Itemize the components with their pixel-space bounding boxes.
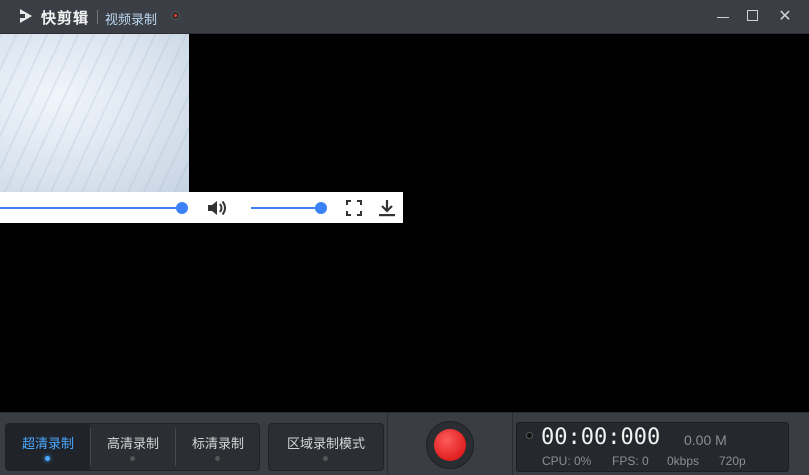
region-record-mode-button[interactable]: 区域录制模式 <box>268 423 384 471</box>
close-button[interactable]: ✕ <box>775 7 795 27</box>
download-icon[interactable] <box>378 199 396 217</box>
panel-divider <box>512 413 513 475</box>
sd-record-button[interactable]: 标清录制 <box>176 424 260 470</box>
volume-handle[interactable] <box>315 202 327 214</box>
record-button[interactable] <box>426 421 474 469</box>
region-record-label: 区域录制模式 <box>286 436 365 451</box>
maximize-button[interactable] <box>744 7 764 27</box>
recording-status-icon <box>171 11 180 20</box>
indicator-icon <box>215 456 220 461</box>
volume-slider[interactable] <box>251 207 321 209</box>
indicator-icon <box>130 456 135 461</box>
bottom-toolbar: 超清录制 高清录制 标清录制 区域录制模式 00:00:000 0.00 M C… <box>0 412 809 475</box>
mode-title: 视频录制 <box>105 12 158 27</box>
video-preview <box>0 34 189 192</box>
recording-stats-panel: 00:00:000 0.00 M CPU: 0% FPS: 0 0kbps 72… <box>516 422 789 472</box>
cpu-usage: CPU: 0% <box>542 454 592 468</box>
status-indicator-icon <box>526 432 533 439</box>
title-bar: 快剪辑 视频录制 ✕ <box>0 0 809 34</box>
hd-record-button[interactable]: 高清录制 <box>91 424 175 470</box>
panel-divider <box>387 413 388 475</box>
player-controls <box>0 192 403 223</box>
minimize-button[interactable] <box>714 7 734 27</box>
preview-area <box>0 34 809 412</box>
seek-slider[interactable] <box>0 207 182 209</box>
fullscreen-icon[interactable] <box>346 200 362 216</box>
sd-label: 标清录制 <box>191 436 244 451</box>
fps-readout: FPS: 0 <box>612 454 649 468</box>
app-title: 快剪辑 <box>41 10 90 27</box>
quality-button-group: 超清录制 高清录制 标清录制 <box>5 423 260 471</box>
recording-timer: 00:00:000 <box>541 425 661 450</box>
file-size: 0.00 M <box>684 432 727 448</box>
hd-label: 高清录制 <box>106 436 159 451</box>
bitrate-readout: 0kbps <box>667 454 700 468</box>
resolution-readout: 720p <box>719 454 746 468</box>
volume-icon[interactable] <box>206 199 228 217</box>
indicator-icon <box>323 456 328 461</box>
app-logo-icon <box>20 9 32 23</box>
ultra-hd-label: 超清录制 <box>21 436 74 451</box>
active-indicator-icon <box>45 456 50 461</box>
seek-handle[interactable] <box>176 202 188 214</box>
title-divider <box>97 10 98 24</box>
ultra-hd-record-button[interactable]: 超清录制 <box>6 424 90 470</box>
